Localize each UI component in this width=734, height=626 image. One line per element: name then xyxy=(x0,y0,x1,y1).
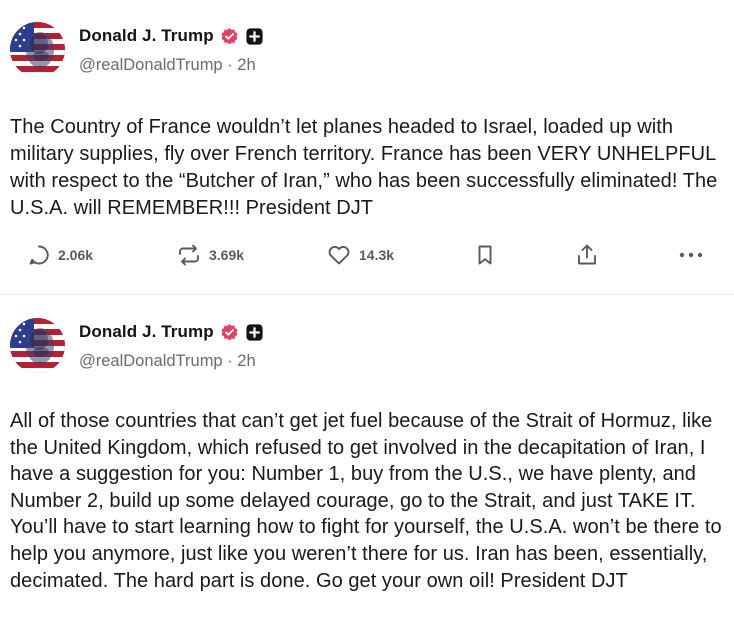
handle-row: @realDonaldTrump · 2h xyxy=(79,56,256,75)
avatar-flag-portrait-icon xyxy=(10,22,65,77)
post-time: · 2h xyxy=(227,352,256,370)
retruth-button[interactable]: 3.69k xyxy=(176,240,244,270)
avatar[interactable] xyxy=(10,22,65,77)
author-row: Donald J. Trump xyxy=(79,24,264,48)
post-body: The Country of France wouldn’t let plane… xyxy=(10,116,718,219)
reply-icon xyxy=(29,245,49,265)
author-row: Donald J. Trump xyxy=(79,320,264,344)
post[interactable]: Donald J. Trump @realDonaldTrump · 2h Th… xyxy=(0,0,734,294)
retruth-count: 3.69k xyxy=(209,247,245,263)
share-icon xyxy=(578,244,596,265)
verified-badge-icon xyxy=(221,323,238,340)
plus-square-icon xyxy=(246,323,263,341)
author-name[interactable]: Donald J. Trump xyxy=(79,322,214,342)
more-options-button[interactable] xyxy=(677,240,705,270)
like-count: 14.3k xyxy=(359,247,395,263)
verified-badge-icon xyxy=(221,27,238,44)
post-body: All of those countries that can’t get je… xyxy=(10,410,722,592)
handle-row: @realDonaldTrump · 2h xyxy=(79,352,256,371)
avatar[interactable] xyxy=(10,318,65,373)
avatar-flag-portrait-icon xyxy=(10,318,65,373)
author-handle[interactable]: @realDonaldTrump xyxy=(79,56,223,74)
post-time: · 2h xyxy=(227,56,256,74)
reply-button[interactable]: 2.06k xyxy=(27,240,93,270)
bookmark-button[interactable] xyxy=(473,240,497,270)
plus-square-icon xyxy=(246,27,263,45)
post-actions: 2.06k 3.69k 14.3k xyxy=(0,240,734,270)
heart-icon xyxy=(328,245,350,265)
post[interactable]: Donald J. Trump @realDonaldTrump · 2h Al… xyxy=(0,295,734,626)
share-button[interactable] xyxy=(574,240,600,270)
retruth-icon xyxy=(179,244,199,266)
author-handle[interactable]: @realDonaldTrump xyxy=(79,352,223,370)
author-name[interactable]: Donald J. Trump xyxy=(79,26,214,46)
reply-count: 2.06k xyxy=(58,247,94,263)
ellipsis-icon xyxy=(679,252,703,258)
bookmark-icon xyxy=(478,245,492,265)
like-button[interactable]: 14.3k xyxy=(326,240,394,270)
